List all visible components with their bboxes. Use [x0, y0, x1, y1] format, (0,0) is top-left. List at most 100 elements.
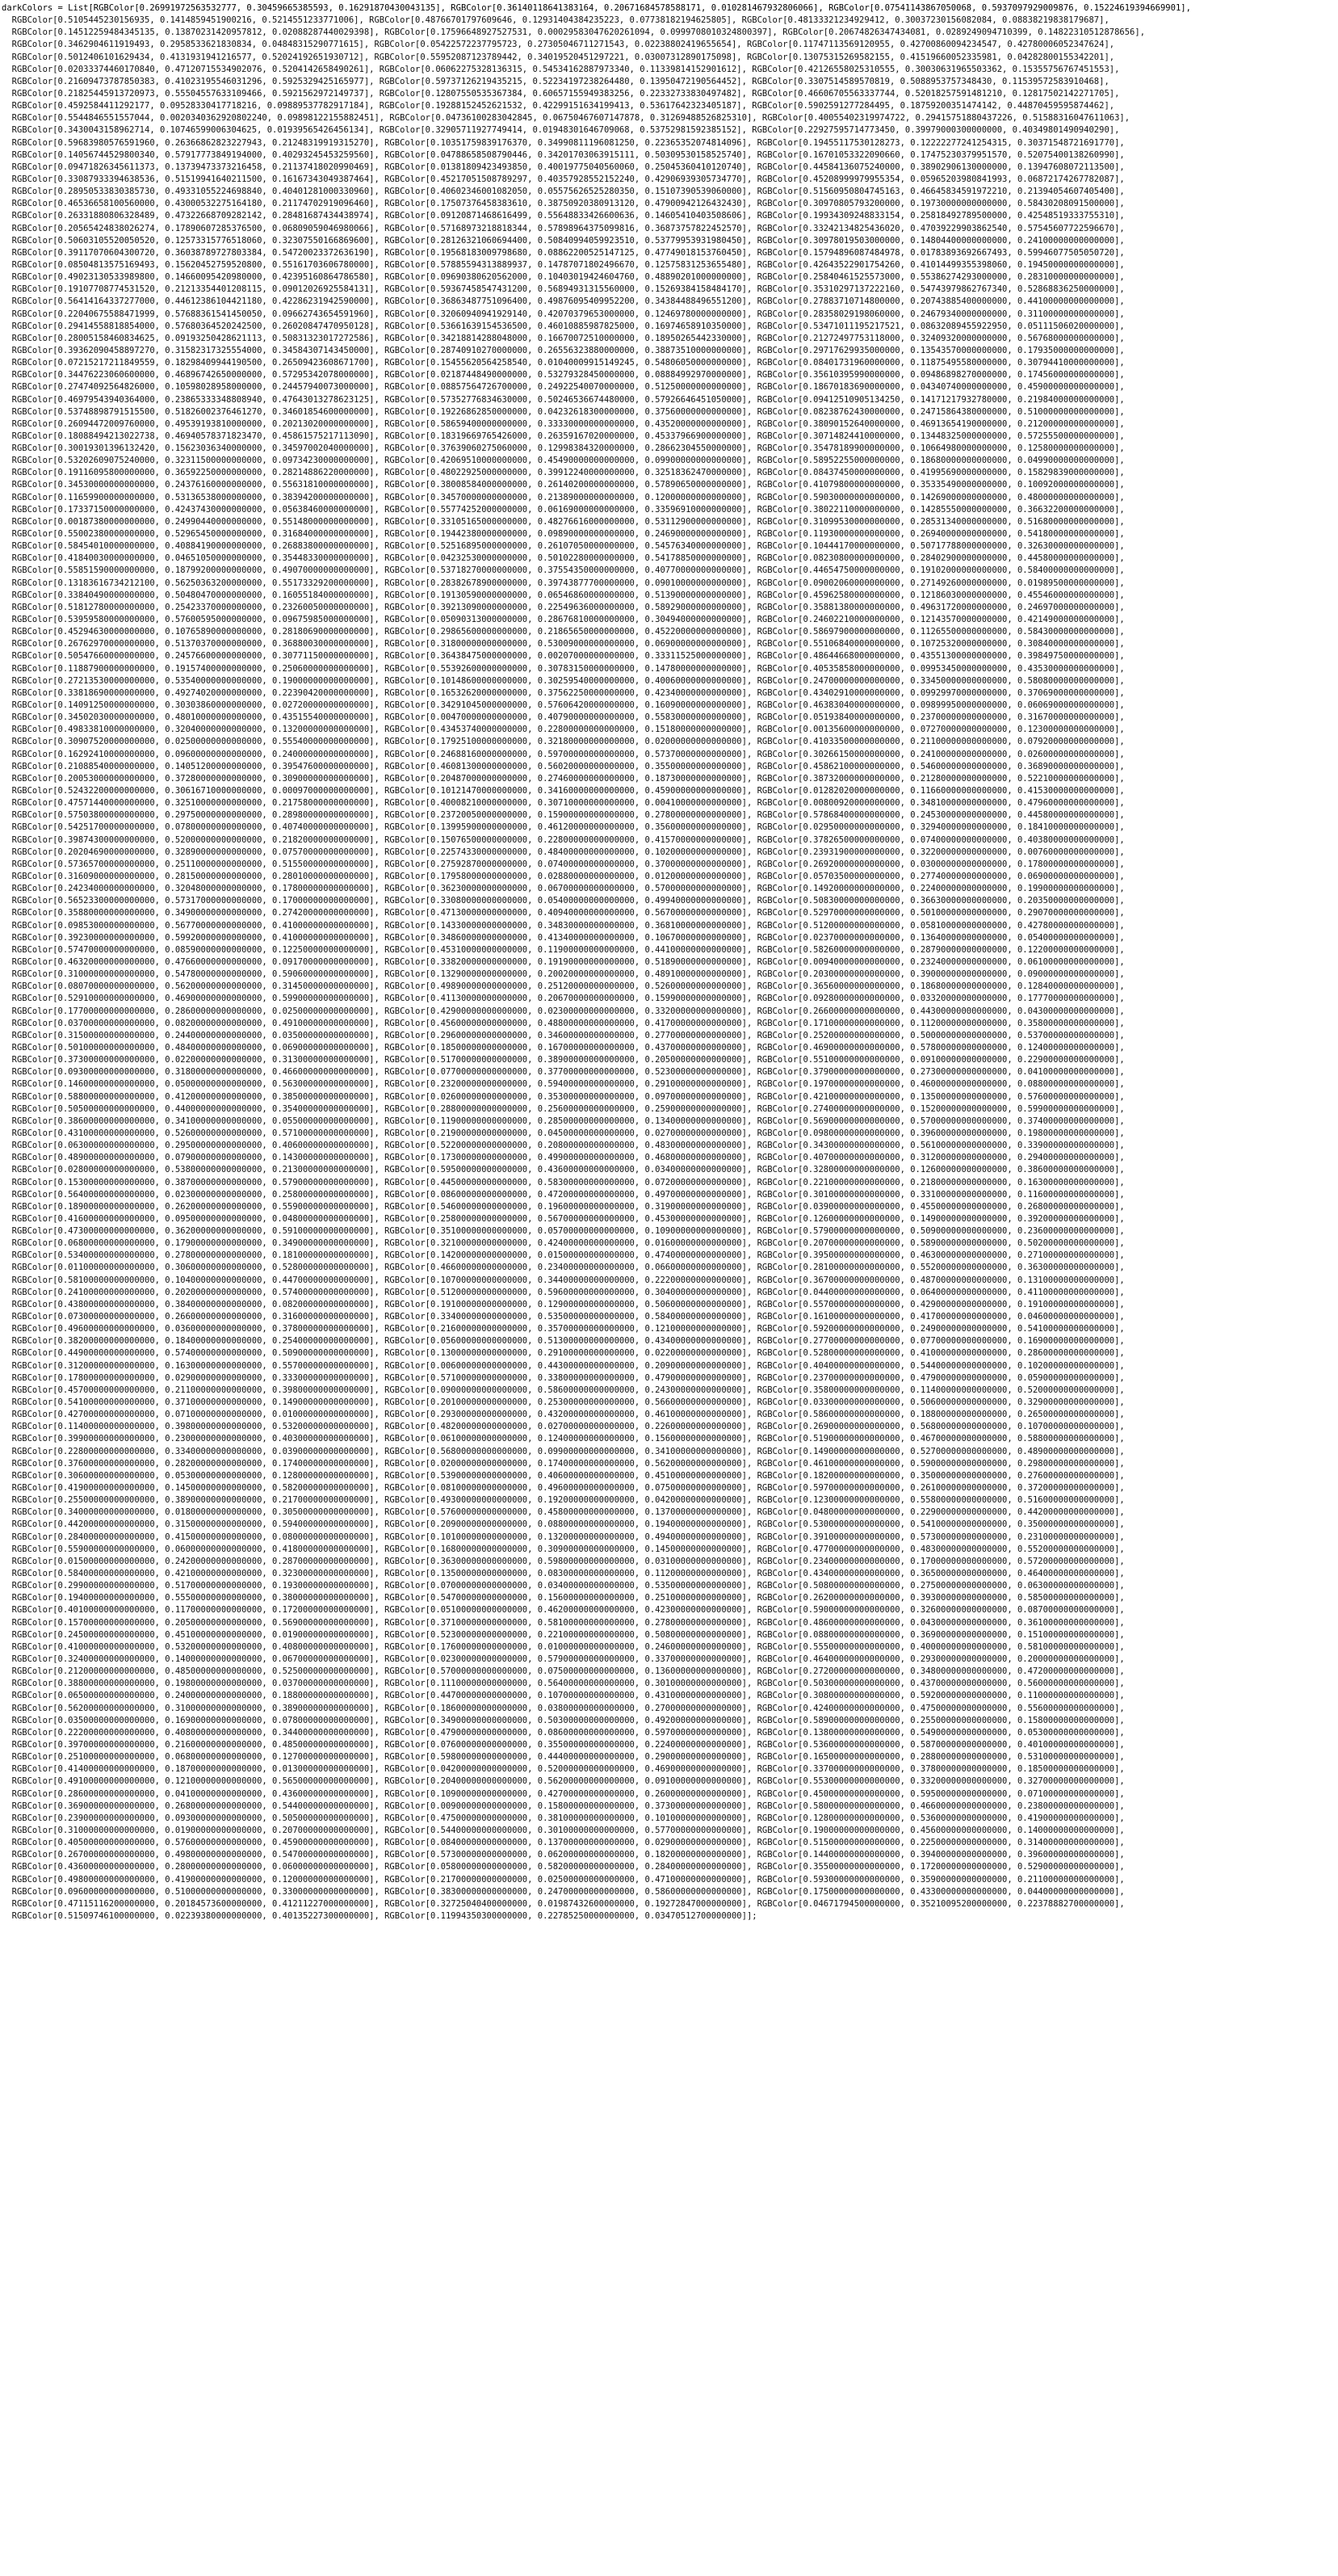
code-line: RGBColor[0.31000000000000000, 0.54780000…	[2, 969, 1125, 980]
code-line: RGBColor[0.55900000000000000, 0.06000000…	[2, 1544, 1125, 1554]
code-line: RGBColor[0.33818690000000000, 0.49274020…	[2, 687, 1125, 698]
code-line: RGBColor[0.17700000000000000, 0.28600000…	[2, 1006, 1125, 1016]
document-page: darkColors = List[RGBColor[0.26991972563…	[0, 0, 1338, 2576]
code-line: RGBColor[0.40500000000000000, 0.57600000…	[2, 1838, 1125, 1848]
code-line: RGBColor[0.38800000000000000, 0.19800000…	[2, 1679, 1125, 1689]
code-line: RGBColor[0.24500000000000000, 0.45100000…	[2, 1629, 1125, 1640]
code-line: RGBColor[0.56523300000000000, 0.57317000…	[2, 896, 1125, 906]
code-line: RGBColor[0.01100000000000000, 0.30600000…	[2, 1263, 1125, 1273]
code-line: RGBColor[0.41000000000000000, 0.53200000…	[2, 1641, 1125, 1652]
code-line: RGBColor[0.39230000000000000, 0.59920000…	[2, 932, 1125, 943]
code-line: RGBColor[0.55851590000000000, 0.18799200…	[2, 565, 1125, 576]
code-line: RGBColor[0.45294630000000000, 0.10765890…	[2, 627, 1125, 637]
code-line: RGBColor[0.43100000000000000, 0.52600000…	[2, 1128, 1125, 1138]
code-line: RGBColor[0.31500000000000000, 0.24400000…	[2, 1030, 1125, 1040]
code-line: RGBColor[0.39117070604300720, 0.36038789…	[2, 247, 1125, 258]
code-line: RGBColor[0.28600000000000000, 0.04100000…	[2, 1788, 1125, 1799]
code-line: RGBColor[0.08070000000000000, 0.56200000…	[2, 981, 1125, 992]
code-line: RGBColor[0.25500000000000000, 0.38900000…	[2, 1495, 1125, 1506]
code-line: RGBColor[0.14056744529800340, 0.57917773…	[2, 149, 1125, 160]
code-line: RGBColor[0.31000000000000000, 0.01900000…	[2, 1825, 1125, 1835]
code-line: RGBColor[0.09600000000000000, 0.51000000…	[2, 1886, 1125, 1897]
code-line: RGBColor[0.26700000000000000, 0.49800000…	[2, 1850, 1125, 1860]
code-line: RGBColor[0.45700000000000000, 0.21100000…	[2, 1385, 1125, 1395]
code-line: RGBColor[0.55002380000000000, 0.52965450…	[2, 529, 1125, 540]
code-line: RGBColor[0.06500000000000000, 0.24000000…	[2, 1691, 1125, 1701]
code-line: RGBColor[0.37600000000000000, 0.28200000…	[2, 1458, 1125, 1469]
code-line: RGBColor[0.25100000000000000, 0.06800000…	[2, 1752, 1125, 1763]
code-line: RGBColor[0.38200000000000000, 0.18400000…	[2, 1336, 1125, 1347]
code-line: RGBColor[0.19400000000000000, 0.55500000…	[2, 1593, 1125, 1603]
code-line: RGBColor[0.41400000000000000, 0.18700000…	[2, 1764, 1125, 1775]
code-line: RGBColor[0.02033374460170840, 0.47120715…	[2, 64, 1120, 74]
code-line: RGBColor[0.47571440000000000, 0.32510000…	[2, 798, 1125, 809]
code-line: RGBColor[0.19107708774531520, 0.21213354…	[2, 284, 1125, 295]
code-line: RGBColor[0.29414558818854000, 0.57680364…	[2, 321, 1125, 331]
code-line: RGBColor[0.24234000000000000, 0.32048000…	[2, 884, 1125, 894]
code-line: RGBColor[0.22200000000000000, 0.40800000…	[2, 1727, 1125, 1738]
code-line: RGBColor[0.48900000000000000, 0.07900000…	[2, 1153, 1125, 1163]
code-lines-container: RGBColor[0.5105445230156935, 0.141485945…	[2, 15, 1338, 1923]
code-line: RGBColor[0.47115116200000000, 0.20184573…	[2, 1898, 1125, 1909]
code-line: RGBColor[0.19116095800000000, 0.36592250…	[2, 468, 1125, 478]
code-line: RGBColor[0.33840490000000000, 0.50480470…	[2, 590, 1125, 600]
code-line: RGBColor[0.39874300000000000, 0.52000000…	[2, 834, 1125, 845]
code-line: RGBColor[0.18088494213022738, 0.46940578…	[2, 431, 1125, 441]
code-line: RGBColor[0.51509746100000000, 0.02239380…	[2, 1910, 757, 1921]
code-line: RGBColor[0.00187380000000000, 0.24990440…	[2, 516, 1125, 527]
code-line: RGBColor[0.42700000000000000, 0.07100000…	[2, 1410, 1125, 1420]
code-line: RGBColor[0.07215217211849559, 0.18298409…	[2, 358, 1125, 368]
code-line: RGBColor[0.44200000000000000, 0.31500000…	[2, 1519, 1125, 1530]
code-line: RGBColor[0.50603105520050520, 0.12573315…	[2, 235, 1125, 246]
code-line: RGBColor[0.22040675588471999, 0.57688361…	[2, 309, 1125, 319]
code-line: RGBColor[0.43800000000000000, 0.38400000…	[2, 1299, 1125, 1309]
code-line: RGBColor[0.28950533830385730, 0.49331055…	[2, 187, 1125, 197]
code-line: RGBColor[0.53202609075240000, 0.32311500…	[2, 456, 1125, 466]
code-line: RGBColor[0.13183616734212100, 0.56250363…	[2, 578, 1125, 588]
code-line: RGBColor[0.11659900000000000, 0.53136538…	[2, 492, 1125, 502]
code-line: RGBColor[0.57503800000000000, 0.29750000…	[2, 810, 1125, 821]
code-line: RGBColor[0.3430043158962714, 0.107465990…	[2, 125, 1120, 136]
code-line: RGBColor[0.49600000000000000, 0.03600000…	[2, 1324, 1125, 1334]
code-line: RGBColor[0.56400000000000000, 0.02300000…	[2, 1189, 1125, 1200]
code-line: RGBColor[0.52910000000000000, 0.46900000…	[2, 994, 1125, 1004]
code-line: RGBColor[0.46320000000000000, 0.47660000…	[2, 956, 1125, 967]
code-line: RGBColor[0.23900000000000000, 0.09300000…	[2, 1813, 1125, 1823]
code-listing: darkColors = List[RGBColor[0.26991972563…	[0, 0, 1338, 1923]
code-line: RGBColor[0.09300000000000000, 0.31800000…	[2, 1067, 1125, 1078]
code-line: RGBColor[0.26094472009760000, 0.49539193…	[2, 418, 1125, 429]
code-line: RGBColor[0.56200000000000000, 0.31000000…	[2, 1703, 1125, 1713]
code-line: RGBColor[0.29900000000000000, 0.51700000…	[2, 1581, 1125, 1591]
code-line: RGBColor[0.16292410000000000, 0.09600000…	[2, 749, 1125, 759]
code-line: RGBColor[0.03700000000000000, 0.08200000…	[2, 1018, 1125, 1028]
code-line: RGBColor[0.11400000000000000, 0.39800000…	[2, 1422, 1125, 1432]
code-line: RGBColor[0.09853000000000000, 0.56770000…	[2, 920, 1125, 931]
code-line: RGBColor[0.59683980576591960, 0.26366862…	[2, 137, 1125, 148]
code-line: RGBColor[0.02800000000000000, 0.53800000…	[2, 1165, 1125, 1175]
code-line: RGBColor[0.56414164337277000, 0.44612386…	[2, 296, 1125, 307]
code-line: RGBColor[0.58400000000000000, 0.42100000…	[2, 1569, 1125, 1578]
code-line: RGBColor[0.14512259484345135, 0.13870231…	[2, 27, 1146, 38]
code-line: RGBColor[0.50500000000000000, 0.44000000…	[2, 1103, 1125, 1114]
code-line: RGBColor[0.47300000000000000, 0.36200000…	[2, 1226, 1125, 1237]
code-line: RGBColor[0.5544846551557044, 0.002034036…	[2, 113, 1130, 124]
code-line: RGBColor[0.5012406101629434, 0.413193194…	[2, 52, 1115, 62]
code-line: RGBColor[0.4592584411292177, 0.095283304…	[2, 101, 1115, 111]
code-line: RGBColor[0.26762970000000000, 0.51370370…	[2, 639, 1125, 649]
code-line-header: darkColors = List[RGBColor[0.26991972563…	[2, 3, 1191, 13]
code-line: RGBColor[0.20053000000000000, 0.37280000…	[2, 773, 1125, 784]
code-line: RGBColor[0.58454010000000000, 0.40884190…	[2, 541, 1125, 552]
code-line: RGBColor[0.30019301396132420, 0.15623036…	[2, 443, 1125, 454]
code-line: RGBColor[0.54251700000000000, 0.07800000…	[2, 822, 1125, 833]
code-line: RGBColor[0.43600000000000000, 0.28000000…	[2, 1862, 1125, 1872]
code-line: RGBColor[0.27213530000000000, 0.53540000…	[2, 675, 1125, 686]
code-line: RGBColor[0.06300000000000000, 0.29500000…	[2, 1141, 1125, 1151]
code-line: RGBColor[0.21825445913720973, 0.55504557…	[2, 88, 1120, 99]
code-line: RGBColor[0.21609473787850383, 0.41023195…	[2, 76, 1109, 86]
code-line: RGBColor[0.24100000000000000, 0.20200000…	[2, 1287, 1125, 1297]
code-line: RGBColor[0.41900000000000000, 0.14500000…	[2, 1483, 1125, 1494]
code-line: RGBColor[0.34000000000000000, 0.01800000…	[2, 1507, 1125, 1518]
code-line: RGBColor[0.44900000000000000, 0.57400000…	[2, 1348, 1125, 1359]
code-line: RGBColor[0.39900000000000000, 0.23000000…	[2, 1434, 1125, 1444]
code-line: RGBColor[0.22800000000000000, 0.33400000…	[2, 1446, 1125, 1456]
